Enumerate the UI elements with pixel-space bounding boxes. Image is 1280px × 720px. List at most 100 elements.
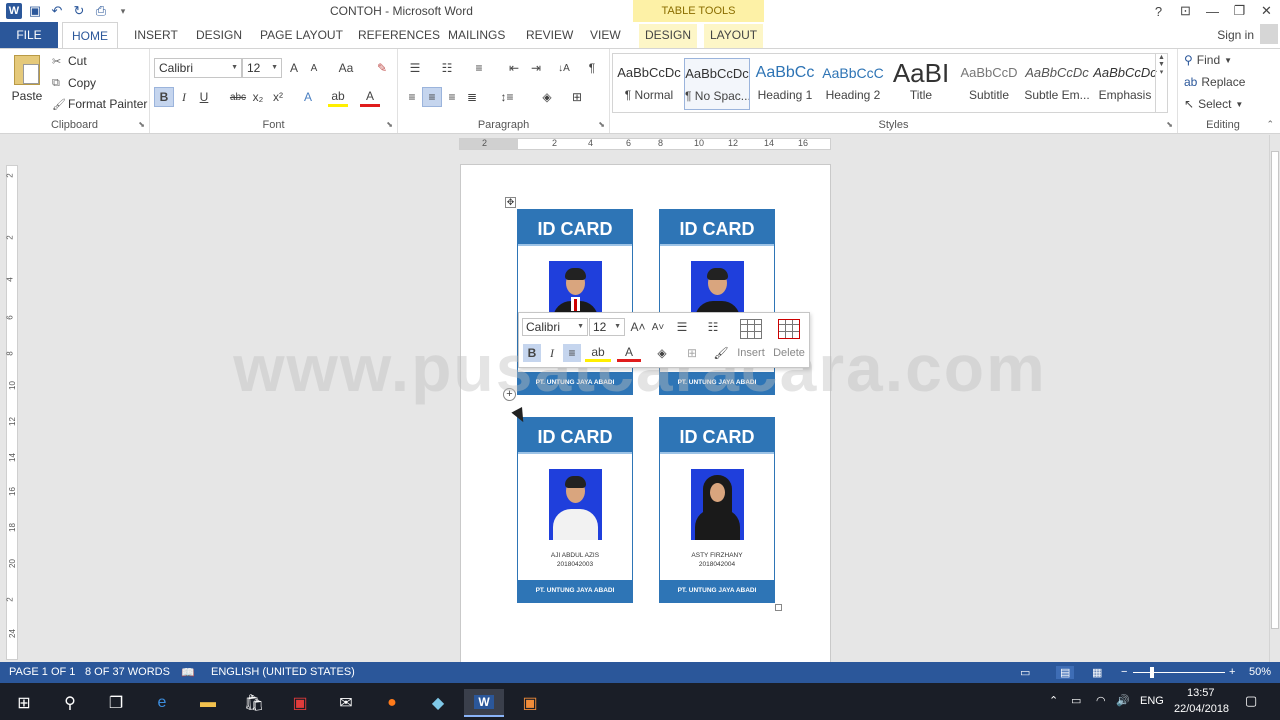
vertical-ruler[interactable]: 2 2 4 6 8 10 12 14 16 18 20 2 24 xyxy=(0,135,22,660)
tab-references[interactable]: REFERENCES xyxy=(358,26,440,48)
subscript-button[interactable]: x₂ xyxy=(248,87,268,107)
windows-start-icon[interactable]: ⊞ xyxy=(4,689,44,717)
close-button[interactable]: ✕ xyxy=(1253,0,1280,22)
zoom-slider[interactable] xyxy=(1133,672,1225,673)
task-view-icon[interactable]: ❐ xyxy=(96,689,136,717)
input-language[interactable]: ENG xyxy=(1140,695,1164,707)
mini-center-icon[interactable]: ≡ xyxy=(563,344,581,362)
undo-icon[interactable]: ↶ xyxy=(48,2,66,20)
tab-page-layout[interactable]: PAGE LAYOUT xyxy=(260,26,343,48)
text-effects-button[interactable]: A xyxy=(298,87,318,107)
mini-font-size-combo[interactable]: 12 ▼ xyxy=(589,318,625,336)
wifi-icon[interactable]: ◠ xyxy=(1096,694,1106,707)
mini-grow-font-icon[interactable]: A˄ xyxy=(629,318,647,336)
proofing-icon[interactable]: 📖 xyxy=(181,666,195,679)
search-icon[interactable]: ⚲ xyxy=(50,689,90,717)
styles-launcher-icon[interactable]: ⬊ xyxy=(1166,120,1173,129)
increase-indent-icon[interactable]: ⇥ xyxy=(526,58,546,78)
mini-delete-button[interactable]: Delete xyxy=(769,319,809,365)
id-card[interactable]: ID CARD AJI ABDUL AZIS 2018042003 PT. UN… xyxy=(517,417,633,603)
battery-icon[interactable]: ▭ xyxy=(1071,694,1081,707)
tab-home[interactable]: HOME xyxy=(62,22,118,49)
notes-app-icon[interactable]: ◆ xyxy=(418,689,458,717)
zoom-level[interactable]: 50% xyxy=(1249,666,1271,678)
tab-review[interactable]: REVIEW xyxy=(526,26,573,48)
tab-design[interactable]: DESIGN xyxy=(196,26,242,48)
gift-icon[interactable]: ▣ xyxy=(280,689,320,717)
copy-button[interactable]: ⧉ Copy xyxy=(52,76,96,90)
tab-file[interactable]: FILE xyxy=(0,22,58,48)
mini-highlight-icon[interactable]: ab xyxy=(585,344,611,362)
action-center-icon[interactable]: ▢ xyxy=(1245,693,1257,709)
mini-shrink-font-icon[interactable]: A˅ xyxy=(649,318,667,336)
font-size-combo[interactable]: 12 ▼ xyxy=(242,58,282,78)
sort-button[interactable]: ↓A xyxy=(554,58,574,78)
align-right-icon[interactable]: ≡ xyxy=(442,87,462,107)
bullets-icon[interactable]: ☰ xyxy=(402,58,428,78)
change-case-button[interactable]: Aa xyxy=(332,58,360,78)
strikethrough-button[interactable]: abc xyxy=(226,87,250,107)
mini-font-color-icon[interactable]: A xyxy=(617,344,641,362)
print-preview-icon[interactable]: ⎙ xyxy=(92,2,110,20)
font-name-combo[interactable]: Calibri ▼ xyxy=(154,58,242,78)
customize-qat-icon[interactable]: ▾ xyxy=(114,2,132,20)
justify-icon[interactable]: ≣ xyxy=(462,87,482,107)
redo-icon[interactable]: ↻ xyxy=(70,2,88,20)
minimize-button[interactable]: — xyxy=(1199,0,1226,22)
sign-in-link[interactable]: Sign in xyxy=(1217,28,1254,42)
volume-icon[interactable]: 🔊 xyxy=(1116,694,1130,707)
tab-table-layout[interactable]: LAYOUT xyxy=(704,24,764,48)
read-mode-icon[interactable]: ▭ xyxy=(1020,666,1030,679)
clock-date[interactable]: 22/04/2018 xyxy=(1174,703,1229,715)
cut-button[interactable]: ✂ Cut xyxy=(52,54,87,68)
clock-time[interactable]: 13:57 xyxy=(1187,687,1215,699)
collapse-ribbon-icon[interactable]: ⌃ xyxy=(1266,119,1274,130)
file-explorer-icon[interactable]: ▬ xyxy=(188,689,228,717)
mini-shading-icon[interactable]: ◈ xyxy=(649,344,675,362)
mini-italic-button[interactable]: I xyxy=(543,344,561,362)
help-button[interactable]: ? xyxy=(1145,0,1172,22)
decrease-indent-icon[interactable]: ⇤ xyxy=(504,58,524,78)
table-resize-handle[interactable] xyxy=(775,604,782,611)
ribbon-display-options-icon[interactable]: ⊡ xyxy=(1172,0,1199,22)
shading-icon[interactable]: ◈ xyxy=(534,87,560,107)
show-formatting-button[interactable]: ¶ xyxy=(582,58,602,78)
word-taskbar-icon[interactable]: W xyxy=(464,689,504,717)
bold-button[interactable]: B xyxy=(154,87,174,107)
paragraph-launcher-icon[interactable]: ⬊ xyxy=(598,120,605,129)
align-center-icon[interactable]: ≡ xyxy=(422,87,442,107)
multilevel-list-icon[interactable]: ≡ xyxy=(466,58,492,78)
underline-button[interactable]: U xyxy=(194,87,214,107)
tab-table-design[interactable]: DESIGN xyxy=(639,24,698,48)
italic-button[interactable]: I xyxy=(174,87,194,107)
font-color-button[interactable]: A xyxy=(360,87,380,107)
mini-font-name-combo[interactable]: Calibri ▼ xyxy=(522,318,588,336)
word-count[interactable]: 8 OF 37 WORDS xyxy=(85,666,170,678)
mini-insert-button[interactable]: Insert xyxy=(731,319,771,365)
highlight-button[interactable]: ab xyxy=(328,87,348,107)
numbering-icon[interactable]: ☷ xyxy=(434,58,460,78)
mini-bullets-icon[interactable]: ☰ xyxy=(669,318,695,336)
table-move-handle-icon[interactable]: ✥ xyxy=(505,197,516,208)
paste-button[interactable]: Paste xyxy=(10,55,44,103)
tray-expand-icon[interactable]: ⌃ xyxy=(1049,694,1058,707)
borders-icon[interactable]: ⊞ xyxy=(564,87,590,107)
clear-formatting-icon[interactable]: ✎ xyxy=(372,58,392,78)
zoom-in-button[interactable]: + xyxy=(1229,666,1235,678)
insert-row-icon[interactable]: + xyxy=(503,388,516,401)
print-layout-icon[interactable]: ▤ xyxy=(1056,666,1075,679)
format-painter-button[interactable]: 🖌 Format Painter xyxy=(52,97,147,111)
firefox-icon[interactable]: ● xyxy=(372,689,412,717)
mini-bold-button[interactable]: B xyxy=(523,344,541,362)
align-left-icon[interactable]: ≡ xyxy=(402,87,422,107)
mini-borders-icon[interactable]: ⊞ xyxy=(679,344,705,362)
id-card[interactable]: ID CARD ASTY FIRZHANY 2018042004 PT. UNT… xyxy=(659,417,775,603)
mini-numbering-icon[interactable]: ☷ xyxy=(699,318,727,336)
store-icon[interactable]: 🛍 xyxy=(234,689,274,717)
grow-font-button[interactable]: A xyxy=(284,58,304,78)
horizontal-ruler[interactable]: 2 2 4 6 8 10 12 14 16 xyxy=(459,138,831,150)
web-layout-icon[interactable]: ▦ xyxy=(1092,666,1102,679)
mini-format-painter-icon[interactable]: 🖌 xyxy=(711,344,731,362)
tab-view[interactable]: VIEW xyxy=(590,26,621,48)
font-launcher-icon[interactable]: ⬊ xyxy=(386,120,393,129)
